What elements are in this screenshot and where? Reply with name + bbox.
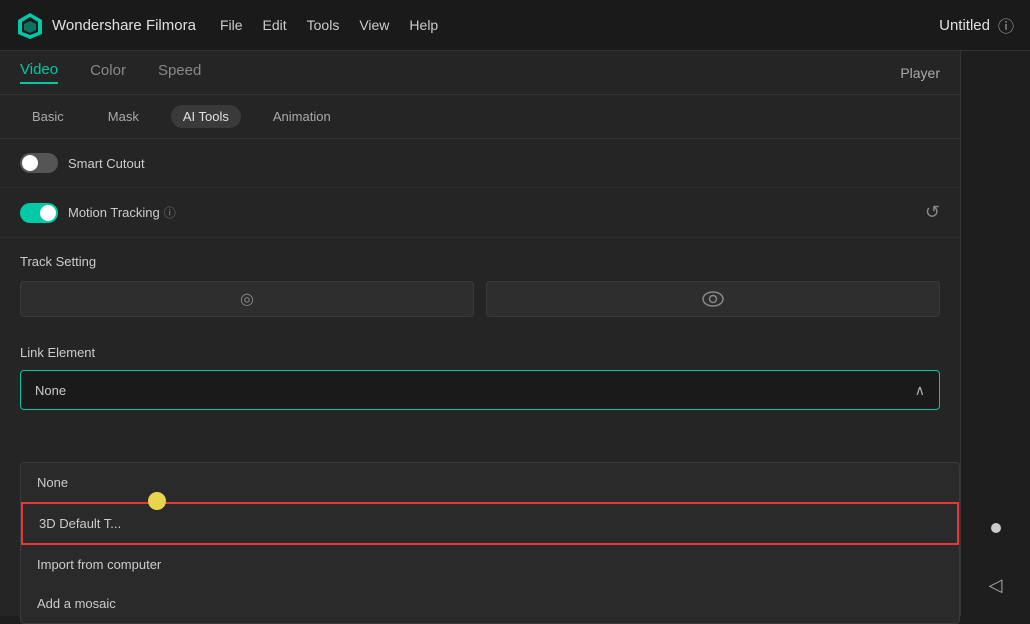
main-nav: File Edit Tools View Help — [220, 17, 438, 33]
nav-help[interactable]: Help — [409, 17, 438, 33]
motion-tracking-row: Motion Tracking ⓘ ↺ — [0, 188, 960, 238]
project-title: Untitled — [939, 17, 990, 34]
logo: Wondershare Filmora — [16, 11, 196, 39]
tab-ai-tools[interactable]: AI Tools — [171, 105, 241, 128]
motion-tracking-toggle[interactable] — [20, 203, 58, 223]
smart-cutout-row: Smart Cutout — [0, 139, 960, 188]
toggle-knob — [22, 155, 38, 171]
primary-tab-bar: Video Color Speed Player — [0, 51, 960, 95]
reset-icon[interactable]: ↺ — [925, 202, 940, 223]
dropdown-item-3d-default[interactable]: 3D Default T... — [21, 502, 959, 545]
tab-color[interactable]: Color — [90, 62, 126, 83]
scrollbar-thumb[interactable] — [991, 523, 1001, 533]
player-label: Player — [900, 65, 940, 81]
motion-tracking-label: Motion Tracking — [68, 205, 160, 220]
info-icon[interactable]: ⓘ — [998, 13, 1014, 37]
track-btn-eye[interactable] — [486, 281, 940, 317]
tab-speed[interactable]: Speed — [158, 62, 201, 83]
smart-cutout-toggle[interactable] — [20, 153, 58, 173]
dropdown-selected-text: None — [35, 383, 915, 398]
topbar-right: Untitled ⓘ — [939, 13, 1014, 37]
nav-file[interactable]: File — [220, 17, 243, 33]
track-setting-label: Track Setting — [20, 254, 940, 269]
back-arrow-icon[interactable]: ◁ — [989, 575, 1003, 596]
help-icon[interactable]: ⓘ — [164, 204, 176, 221]
tab-mask[interactable]: Mask — [96, 105, 151, 128]
toggle-knob-motion — [40, 205, 56, 221]
nav-tools[interactable]: Tools — [307, 17, 340, 33]
dropdown-item-mosaic[interactable]: Add a mosaic — [21, 584, 959, 623]
track-btn-circle-icon: ◎ — [240, 289, 254, 309]
dropdown-item-import[interactable]: Import from computer — [21, 545, 959, 584]
eye-icon — [702, 291, 724, 307]
tab-basic[interactable]: Basic — [20, 105, 76, 128]
dropdown-item-none[interactable]: None — [21, 463, 959, 502]
topbar: Wondershare Filmora File Edit Tools View… — [0, 0, 1030, 51]
nav-view[interactable]: View — [359, 17, 389, 33]
smart-cutout-label: Smart Cutout — [68, 156, 940, 171]
secondary-tab-bar: Basic Mask AI Tools Animation — [0, 95, 960, 139]
tab-animation[interactable]: Animation — [261, 105, 343, 128]
track-btn-circle[interactable]: ◎ — [20, 281, 474, 317]
logo-icon — [16, 11, 44, 39]
tab-video[interactable]: Video — [20, 61, 58, 84]
link-element-section: Link Element None ∧ — [0, 329, 960, 410]
link-element-dropdown[interactable]: None ∧ — [20, 370, 940, 410]
nav-edit[interactable]: Edit — [263, 17, 287, 33]
track-buttons: ◎ — [20, 281, 940, 317]
right-panel: ◁ — [960, 51, 1030, 616]
dropdown-menu: None 3D Default T... Import from compute… — [20, 462, 960, 624]
chevron-up-icon: ∧ — [915, 382, 925, 399]
track-setting-section: Track Setting ◎ — [0, 238, 960, 329]
app-name: Wondershare Filmora — [52, 17, 196, 34]
link-element-label: Link Element — [20, 345, 940, 360]
